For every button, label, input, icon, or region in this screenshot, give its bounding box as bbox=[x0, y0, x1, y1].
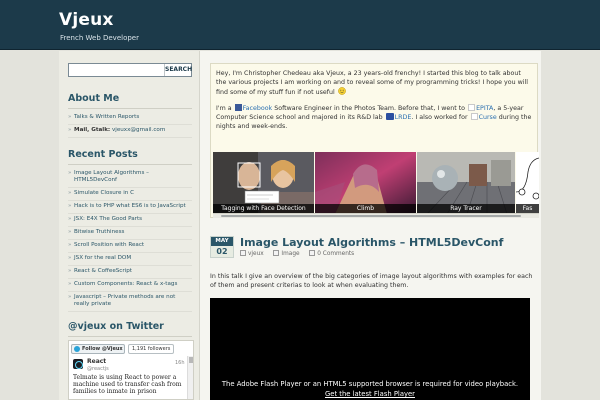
recent-posts-heading: Recent Posts bbox=[68, 149, 138, 160]
search-input[interactable] bbox=[69, 64, 163, 76]
about-item-talks[interactable]: Talks & Written Reports bbox=[68, 112, 192, 125]
sidebar: SEARCH About Me Talks & Written Reports … bbox=[59, 51, 200, 400]
lrde-icon bbox=[385, 113, 394, 120]
post-day: 02 bbox=[211, 246, 233, 257]
list-item[interactable]: Custom Components: React & x-tags bbox=[68, 279, 192, 292]
list-item[interactable]: Bitwise Truthiness bbox=[68, 227, 192, 240]
tweet-author-handle[interactable]: @reactjs bbox=[87, 366, 109, 372]
slide-climb[interactable]: Climb bbox=[315, 152, 416, 214]
curse-icon bbox=[470, 113, 478, 120]
divider bbox=[68, 336, 192, 337]
twitter-bird-icon bbox=[74, 346, 80, 352]
twitter-heading: @vjeux on Twitter bbox=[68, 321, 164, 332]
intro-paragraph: Hey, I'm Christopher Chedeau aka Vjeux, … bbox=[216, 70, 528, 96]
divider bbox=[68, 164, 192, 165]
about-heading: About Me bbox=[68, 93, 120, 104]
list-item[interactable]: JSX: E4X The Good Parts bbox=[68, 214, 192, 227]
slide-ray-tracer[interactable]: Ray Tracer bbox=[417, 152, 515, 214]
react-avatar-icon[interactable] bbox=[73, 359, 83, 369]
twitter-widget: Follow @Vjeux 1,191 followers React @rea… bbox=[68, 340, 194, 400]
list-item[interactable]: JSX for the real DOM bbox=[68, 253, 192, 266]
intro-box: Hey, I'm Christopher Chedeau aka Vjeux, … bbox=[210, 63, 539, 218]
page-container: SEARCH About Me Talks & Written Reports … bbox=[59, 51, 541, 400]
post-meta: vjeux Image 0 Comments bbox=[240, 250, 354, 257]
smiley-icon bbox=[337, 87, 346, 95]
twitter-follow-button[interactable]: Follow @Vjeux bbox=[71, 344, 125, 354]
follow-label: Follow @Vjeux bbox=[82, 346, 123, 352]
post-author[interactable]: vjeux bbox=[248, 251, 264, 257]
search-button[interactable]: SEARCH bbox=[164, 64, 192, 76]
site-title[interactable]: Vjeux bbox=[59, 10, 114, 30]
flash-player-link[interactable]: Get the latest Flash Player bbox=[210, 390, 530, 398]
epita-link[interactable]: EPITA bbox=[476, 105, 493, 112]
post-title[interactable]: Image Layout Algorithms – HTML5DevConf bbox=[240, 236, 503, 249]
author-icon bbox=[240, 250, 246, 256]
tweet-timestamp[interactable]: 16h bbox=[175, 360, 185, 366]
post-month: MAY bbox=[211, 237, 233, 246]
site-tagline: French Web Developer bbox=[60, 34, 139, 42]
intro-paragraph-bio: I'm a Facebook Software Engineer in the … bbox=[216, 104, 532, 130]
site-header: Vjeux French Web Developer bbox=[0, 0, 600, 50]
video-message: The Adobe Flash Player or an HTML5 suppo… bbox=[221, 380, 519, 388]
tweet-scrollbar[interactable] bbox=[187, 356, 193, 399]
list-item[interactable]: Javascript – Private methods are not rea… bbox=[68, 292, 192, 312]
curse-link[interactable]: Curse bbox=[479, 114, 497, 121]
epita-icon bbox=[468, 104, 476, 111]
followers-count[interactable]: 1,191 followers bbox=[128, 344, 175, 354]
tweet-author-name[interactable]: React bbox=[87, 358, 106, 365]
search-form: SEARCH bbox=[68, 63, 192, 77]
divider bbox=[68, 108, 192, 109]
tweet-text: Telmate is using React to power a machin… bbox=[73, 374, 182, 395]
folder-icon bbox=[273, 250, 280, 256]
list-item[interactable]: Scroll Position with React bbox=[68, 240, 192, 253]
project-slider: Tagging with Face Detection Climb Ray Tr… bbox=[213, 152, 539, 218]
slide-partial[interactable]: Fas bbox=[516, 152, 539, 214]
list-item[interactable]: Image Layout Algorithms – HTML5DevConf bbox=[68, 168, 192, 188]
about-list: Talks & Written Reports Mail, Gtalk: vje… bbox=[68, 112, 192, 138]
post-category[interactable]: Image bbox=[281, 251, 299, 257]
post-date-badge: MAY 02 bbox=[210, 236, 234, 258]
post-comments[interactable]: 0 Comments bbox=[317, 251, 354, 257]
video-player[interactable]: The Adobe Flash Player or an HTML5 suppo… bbox=[210, 298, 530, 400]
post-excerpt: In this talk I give an overview of the b… bbox=[210, 273, 533, 289]
slider-scrollbar[interactable] bbox=[213, 213, 539, 218]
main-content: Hey, I'm Christopher Chedeau aka Vjeux, … bbox=[201, 51, 541, 400]
list-item[interactable]: Simulate Closure in C bbox=[68, 188, 192, 201]
list-item[interactable]: Hack is to PHP what ES6 is to JavaScript bbox=[68, 201, 192, 214]
lrde-link[interactable]: LRDE bbox=[395, 114, 412, 121]
recent-posts-list: Image Layout Algorithms – HTML5DevConf S… bbox=[68, 168, 192, 312]
facebook-icon bbox=[234, 104, 242, 111]
about-item-mail[interactable]: Mail, Gtalk: vjeuxx@gmail.com bbox=[68, 125, 192, 138]
slide-face-detection[interactable]: Tagging with Face Detection bbox=[213, 152, 314, 214]
comment-icon bbox=[309, 250, 316, 256]
list-item[interactable]: React & CoffeeScript bbox=[68, 266, 192, 279]
facebook-link[interactable]: Facebook bbox=[243, 105, 273, 112]
